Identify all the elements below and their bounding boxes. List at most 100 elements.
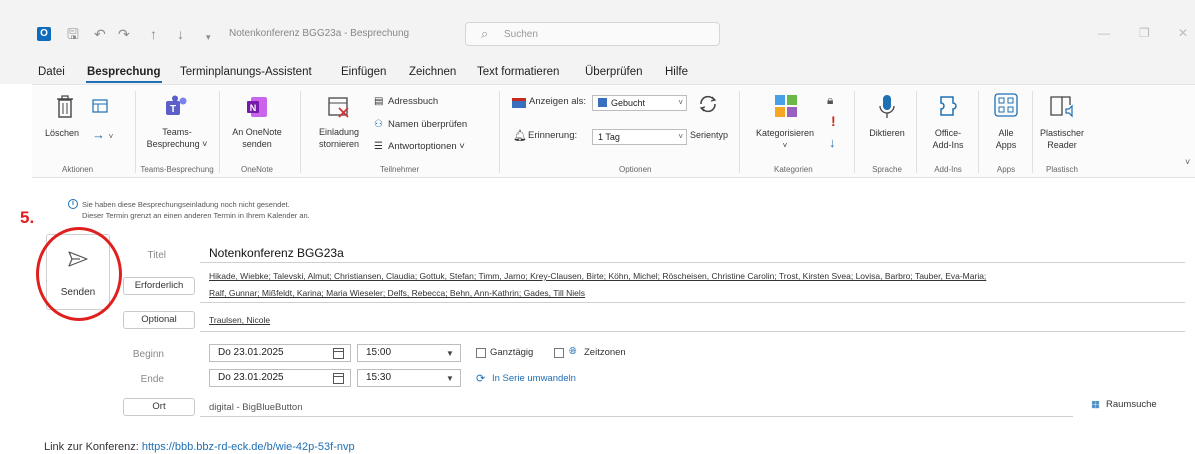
globe-icon: 🌐︎: [569, 346, 577, 357]
menu-terminplanungs-assistent[interactable]: Terminplanungs-Assistent: [180, 66, 312, 78]
group-label-apps: Apps: [996, 165, 1016, 174]
onenote-label-2[interactable]: senden: [228, 139, 286, 150]
save-icon[interactable]: 🖫: [67, 25, 79, 43]
location-input[interactable]: digital - BigBlueButton: [209, 402, 302, 413]
room-search-button[interactable]: ▦ Raumsuche: [1091, 399, 1157, 410]
menu-einfuegen[interactable]: Einfügen: [341, 66, 386, 78]
private-lock-icon[interactable]: 🔒︎: [827, 93, 833, 108]
high-importance-icon[interactable]: !: [831, 113, 836, 129]
reminder-label: Erinnerung:: [528, 130, 578, 141]
menu-ueberpruefen[interactable]: Überprüfen: [585, 66, 643, 78]
recurrence-icon[interactable]: [697, 93, 719, 115]
teams-label-2[interactable]: Besprechung ˅: [142, 139, 212, 150]
office-addins-label-1[interactable]: Office-: [922, 128, 974, 139]
menu-bar: Datei Besprechung Terminplanungs-Assiste…: [0, 62, 1195, 84]
menu-zeichnen[interactable]: Zeichnen: [409, 66, 456, 78]
conference-link-label: Link zur Konferenz:: [44, 441, 139, 453]
immersive-reader-label-2[interactable]: Reader: [1032, 140, 1092, 151]
teams-icon[interactable]: T: [163, 95, 189, 119]
start-time-picker[interactable]: 15:00 ▼: [357, 344, 461, 362]
office-addins-label-2[interactable]: Add-Ins: [922, 140, 974, 151]
office-addins-icon[interactable]: [935, 93, 961, 119]
required-button[interactable]: Erforderlich: [123, 277, 195, 295]
reminder-value: 1 Tag: [598, 132, 620, 142]
end-date-picker[interactable]: Do 23.01.2025: [209, 369, 351, 387]
conference-link-line: Link zur Konferenz: https://bbb.bbz-rd-e…: [44, 441, 355, 453]
categorize-label[interactable]: Kategorisieren: [748, 128, 822, 139]
all-apps-label-2[interactable]: Apps: [984, 140, 1028, 151]
conference-link-url[interactable]: https://bbb.bbz-rd-eck.de/b/wie-42p-53f-…: [142, 441, 355, 453]
search-placeholder: Suchen: [504, 29, 538, 40]
customize-toolbar-icon[interactable]: ▾: [206, 28, 211, 46]
response-options-label[interactable]: Antwortoptionen ˅: [388, 141, 465, 152]
allday-checkbox[interactable]: [476, 348, 486, 358]
address-book-label[interactable]: Adressbuch: [388, 96, 438, 107]
allday-label: Ganztägig: [490, 347, 534, 358]
chevron-down-icon: ▼: [446, 349, 454, 358]
search-box[interactable]: ⌕ Suchen: [465, 22, 720, 46]
teams-label-1[interactable]: Teams-: [151, 127, 203, 138]
cancel-invitation-icon[interactable]: [327, 95, 351, 119]
required-attendees-line-1[interactable]: Hikade, Wiebke; Talevski, Almut; Christi…: [209, 271, 986, 281]
onenote-icon[interactable]: N: [245, 95, 269, 119]
immersive-reader-label-1[interactable]: Plastischer: [1032, 128, 1092, 139]
all-apps-label-1[interactable]: Alle: [984, 128, 1028, 139]
timezones-checkbox[interactable]: [554, 348, 564, 358]
show-as-icon: [512, 98, 526, 108]
dictate-label[interactable]: Diktieren: [861, 128, 913, 139]
cancel-label-2[interactable]: stornieren: [313, 139, 365, 150]
menu-text-formatieren[interactable]: Text formatieren: [477, 66, 559, 78]
show-as-value: Gebucht: [611, 98, 646, 108]
undo-icon[interactable]: ↶: [94, 25, 106, 43]
categorize-dropdown[interactable]: ˅: [748, 140, 822, 151]
show-as-select[interactable]: Gebucht ˅: [592, 95, 687, 111]
outlook-logo-icon: O: [37, 27, 51, 41]
group-label-plastisch: Plastisch: [1045, 165, 1078, 174]
address-book-icon[interactable]: ▤: [374, 96, 383, 107]
all-apps-icon[interactable]: [994, 93, 1018, 117]
make-recurring-link[interactable]: In Serie umwandeln: [492, 373, 576, 384]
optional-button[interactable]: Optional: [123, 311, 195, 329]
step-number: 5.: [20, 208, 35, 227]
group-label-teams: Teams-Besprechung: [140, 165, 214, 174]
categorize-icon[interactable]: [773, 93, 799, 119]
busy-color-icon: [598, 98, 607, 107]
forward-icon[interactable]: → ˅: [92, 127, 113, 142]
check-names-label[interactable]: Namen überprüfen: [388, 119, 467, 130]
menu-hilfe[interactable]: Hilfe: [665, 66, 688, 78]
start-date-value: Do 23.01.2025: [218, 347, 284, 358]
menu-datei[interactable]: Datei: [38, 66, 65, 78]
title-input[interactable]: Notenkonferenz BGG23a: [209, 246, 344, 260]
onenote-label-1[interactable]: An OneNote: [228, 127, 286, 138]
series-label[interactable]: Serientyp: [686, 130, 732, 141]
start-date-picker[interactable]: Do 23.01.2025: [209, 344, 351, 362]
low-importance-icon[interactable]: ↓: [829, 135, 836, 150]
delete-label[interactable]: Löschen: [45, 128, 79, 139]
redo-icon[interactable]: ↷: [118, 25, 130, 43]
bell-icon: 🔔︎: [513, 130, 527, 142]
reminder-select[interactable]: 1 Tag ˅: [592, 129, 687, 145]
arrow-up-icon[interactable]: ↑: [150, 25, 157, 43]
optional-attendees[interactable]: Traulsen, Nicole: [209, 315, 270, 325]
required-attendees-line-2[interactable]: Ralf, Gunnar; Mißfeldt, Karina; Maria Wi…: [209, 288, 585, 298]
check-names-icon[interactable]: ⚇: [374, 119, 383, 130]
cancel-label-1[interactable]: Einladung: [313, 127, 365, 138]
end-time-picker[interactable]: 15:30 ▼: [357, 369, 461, 387]
menu-besprechung[interactable]: Besprechung: [87, 66, 161, 78]
calendar-icon: [333, 348, 344, 359]
arrow-down-icon[interactable]: ↓: [177, 25, 184, 43]
trash-icon[interactable]: [56, 95, 74, 119]
restore-icon[interactable]: ❐: [1139, 26, 1150, 40]
calendar-grid-icon[interactable]: [92, 99, 108, 113]
window-title: Notenkonferenz BGG23a - Besprechung: [229, 28, 410, 39]
group-label-optionen: Optionen: [619, 165, 652, 174]
ribbon-expand-icon[interactable]: ˅: [1185, 157, 1190, 167]
optional-divider: [200, 331, 1185, 332]
minimize-icon[interactable]: —: [1098, 26, 1110, 40]
microphone-icon[interactable]: [878, 93, 896, 121]
immersive-reader-icon[interactable]: [1048, 93, 1076, 119]
info-line-1: Sie haben diese Besprechungseinladung no…: [82, 200, 290, 209]
location-button[interactable]: Ort: [123, 398, 195, 416]
close-icon[interactable]: ✕: [1178, 26, 1188, 40]
response-options-icon[interactable]: ☰: [374, 141, 383, 152]
